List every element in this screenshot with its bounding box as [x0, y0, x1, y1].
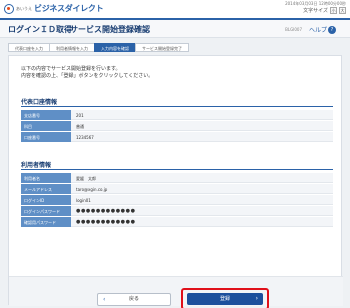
row-label: 口座番号: [21, 132, 71, 142]
step-3-current: 入力内容を確認: [94, 43, 136, 52]
table-row: 科目 普通: [21, 121, 333, 132]
register-button-label: 登録: [219, 296, 230, 302]
row-label: メールアドレス: [21, 184, 71, 194]
table-row: 口座番号 1234567: [21, 132, 333, 143]
text-size-large-button[interactable]: 大: [339, 7, 346, 14]
table-row: メールアドレス taro@xgin.co.jp: [21, 184, 333, 195]
submit-highlight: 登録 ›: [181, 288, 269, 308]
intro-text: 以下の内容でサービス開始登録を行います。 内容を確認の上、「登録」ボタンをクリッ…: [21, 66, 153, 80]
row-value: 愛媛 太郎: [71, 173, 333, 183]
brand-mark-icon: [4, 3, 14, 14]
intro-line-1: 以下の内容でサービス開始登録を行います。: [21, 66, 121, 72]
row-value: 1234567: [71, 132, 333, 142]
register-button[interactable]: 登録 ›: [187, 293, 263, 305]
row-label: ログインパスワード: [21, 206, 71, 216]
row-value: ●●●●●●●●●●●●: [71, 206, 333, 216]
logo: あいうえ ビジネスダイレクト: [4, 3, 104, 14]
progress-steps: 代表口座を入力 利用者情報を入力 入力内容を確認 サービス開始登録完了: [8, 43, 189, 52]
table-row: 確認用パスワード ●●●●●●●●●●●●: [21, 217, 333, 228]
help-link[interactable]: ヘルプ ?: [309, 25, 336, 34]
row-value: taro@xgin.co.jp: [71, 184, 333, 194]
row-value: ●●●●●●●●●●●●: [71, 217, 333, 227]
user-section-title: 利用者情報: [21, 162, 52, 169]
row-label: 利用者名: [21, 173, 71, 183]
row-value: 201: [71, 110, 333, 120]
back-button[interactable]: ‹ 戻る: [97, 293, 171, 306]
row-label: 科目: [21, 121, 71, 131]
text-size-small-button[interactable]: 小: [330, 7, 337, 14]
table-row: 支店番号 201: [21, 110, 333, 121]
table-row: 利用者名 愛媛 太郎: [21, 173, 333, 184]
text-size-label: 文字サイズ: [303, 8, 328, 14]
row-label: ログインID: [21, 195, 71, 205]
section-divider: [21, 169, 333, 170]
section-divider: [21, 106, 333, 107]
intro-line-2: 内容を確認の上、「登録」ボタンをクリックしてください。: [21, 73, 154, 79]
account-table: 支店番号 201 科目 普通 口座番号 1234567: [21, 110, 333, 143]
button-area: ‹ 戻る 登録 ›: [9, 276, 343, 308]
brand-sub: あいうえ: [16, 5, 32, 11]
user-table: 利用者名 愛媛 太郎 メールアドレス taro@xgin.co.jp ログインI…: [21, 173, 333, 228]
row-value: login01: [71, 195, 333, 205]
step-2: 利用者情報を入力: [49, 43, 95, 52]
text-size-control: 文字サイズ 小 大: [303, 7, 346, 14]
page-header: ログインＩＤ取得 サービス開始登録確認 BLGI007 ヘルプ ?: [0, 18, 350, 38]
help-label: ヘルプ: [308, 27, 327, 34]
page-title: ログインＩＤ取得: [8, 25, 72, 34]
main-panel: 以下の内容でサービス開始登録を行います。 内容を確認の上、「登録」ボタンをクリッ…: [8, 55, 343, 308]
row-value: 普通: [71, 121, 333, 131]
step-4: サービス開始登録完了: [135, 43, 189, 52]
chevron-right-icon: ›: [255, 295, 258, 302]
page-subtitle: サービス開始登録確認: [70, 25, 150, 34]
table-row: ログインID login01: [21, 195, 333, 206]
chevron-left-icon: ‹: [103, 296, 106, 303]
brand-name: ビジネスダイレクト: [34, 4, 104, 13]
account-section-title: 代表口座情報: [21, 99, 58, 106]
row-label: 支店番号: [21, 110, 71, 120]
table-row: ログインパスワード ●●●●●●●●●●●●: [21, 206, 333, 217]
help-icon: ?: [328, 25, 336, 34]
row-label: 確認用パスワード: [21, 217, 71, 227]
screen-id: BLGI007: [285, 27, 302, 32]
step-1: 代表口座を入力: [8, 43, 50, 52]
back-button-label: 戻る: [128, 296, 139, 302]
top-bar: あいうえ ビジネスダイレクト 2014年03月03日 12時00分00秒 文字サ…: [0, 0, 350, 18]
